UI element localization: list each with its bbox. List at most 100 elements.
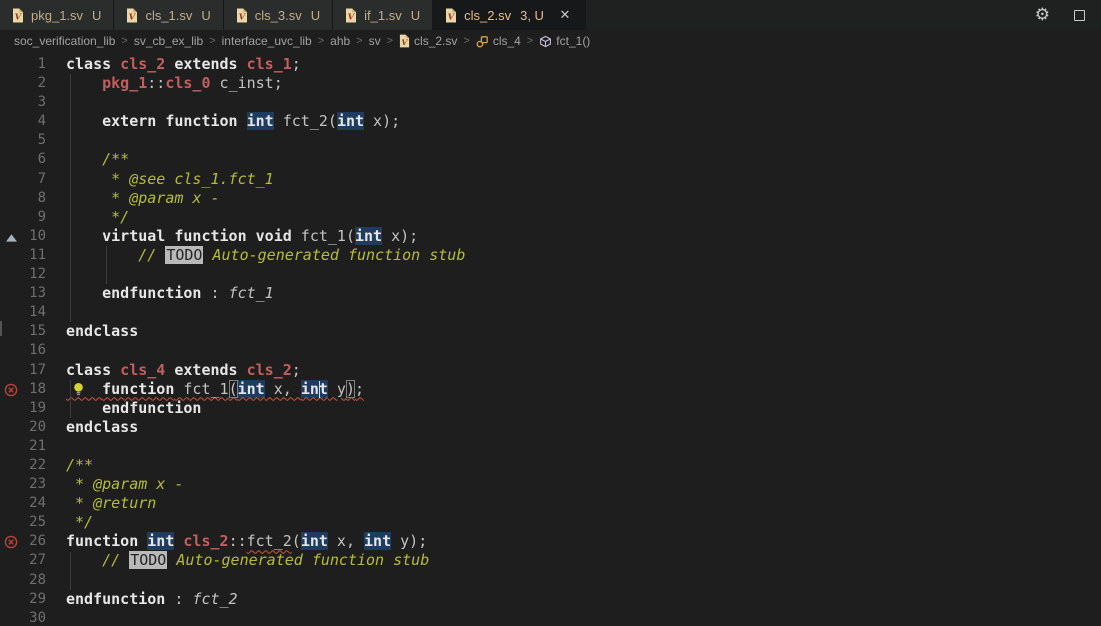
tab-cls_3.sv[interactable]: Vcls_3.svU [224, 0, 333, 30]
code-token: endfunction [66, 590, 165, 608]
breadcrumb: soc_verification_lib>sv_cb_ex_lib>interf… [0, 30, 1101, 52]
breadcrumb-item-sv[interactable]: sv [369, 34, 381, 48]
breadcrumb-item-cls_2sv[interactable]: Vcls_2.sv [399, 34, 457, 48]
line-number[interactable]: 4 [22, 112, 46, 131]
code-line[interactable]: 22/** [0, 456, 1101, 475]
breadcrumb-label: cls_2.sv [414, 34, 457, 48]
line-number[interactable]: 13 [22, 284, 46, 303]
tab-pkg_1.sv[interactable]: Vpkg_1.svU [0, 0, 114, 30]
line-number[interactable]: 11 [22, 246, 46, 265]
breadcrumb-item-ahb[interactable]: ahb [330, 34, 350, 48]
line-number[interactable]: 29 [22, 590, 46, 609]
line-number[interactable]: 23 [22, 475, 46, 494]
line-number[interactable]: 5 [22, 131, 46, 150]
code-token: int [301, 532, 328, 550]
line-number[interactable]: 8 [22, 189, 46, 208]
code-line[interactable]: 29endfunction : fct_2 [0, 590, 1101, 609]
settings-gear-icon[interactable]: ⚙ [1035, 7, 1050, 24]
code-line[interactable]: 8 * @param x - [0, 189, 1101, 208]
code-text: endclass [66, 418, 1101, 437]
line-number[interactable]: 12 [22, 265, 46, 284]
code-line[interactable]: 18 function fct_1(int x, int y); [0, 380, 1101, 399]
indent-guide [70, 74, 71, 322]
code-line[interactable]: 19 endfunction [0, 399, 1101, 418]
code-token [238, 361, 247, 379]
code-line[interactable]: 24 * @return [0, 494, 1101, 513]
code-line[interactable]: 3 [0, 93, 1101, 112]
line-number[interactable]: 18 [22, 380, 46, 399]
line-number[interactable]: 6 [22, 150, 46, 169]
code-line[interactable]: 14 [0, 303, 1101, 322]
line-number[interactable]: 2 [22, 74, 46, 93]
line-number[interactable]: 26 [22, 532, 46, 551]
code-line[interactable]: 17class cls_4 extends cls_2; [0, 361, 1101, 380]
line-number[interactable]: 19 [22, 399, 46, 418]
code-line[interactable]: 4 extern function int fct_2(int x); [0, 112, 1101, 131]
line-number[interactable]: 1 [22, 55, 46, 74]
code-line[interactable]: 30 [0, 609, 1101, 626]
gutter-icon-slot [0, 303, 22, 322]
line-number[interactable]: 22 [22, 456, 46, 475]
code-token: ( [292, 532, 301, 550]
code-token: virtual [102, 227, 165, 245]
code-line[interactable]: 12 [0, 265, 1101, 284]
code-line[interactable]: 21 [0, 437, 1101, 456]
line-number[interactable]: 15 [22, 322, 46, 341]
line-number[interactable]: 21 [22, 437, 46, 456]
tab-if_1.sv[interactable]: Vif_1.svU [333, 0, 433, 30]
breadcrumb-item-fct_1[interactable]: fct_1() [539, 34, 590, 48]
gutter-icon-slot [0, 189, 22, 208]
code-line[interactable]: 15endclass [0, 322, 1101, 341]
code-text [66, 341, 1101, 360]
line-number[interactable]: 9 [22, 208, 46, 227]
code-line[interactable]: 25 */ [0, 513, 1101, 532]
line-number[interactable]: 24 [22, 494, 46, 513]
code-token: * @param x - [66, 475, 183, 493]
code-token: endfunction [102, 399, 201, 417]
breadcrumb-item-soc_verification_lib[interactable]: soc_verification_lib [14, 34, 115, 48]
code-line[interactable]: 13 endfunction : fct_1 [0, 284, 1101, 303]
code-line[interactable]: 2 pkg_1::cls_0 c_inst; [0, 74, 1101, 93]
line-number[interactable]: 10 [22, 227, 46, 246]
code-token: TODO [165, 246, 203, 264]
line-number[interactable]: 20 [22, 418, 46, 437]
line-number[interactable]: 30 [22, 609, 46, 626]
code-token: int [301, 380, 328, 398]
line-number[interactable]: 14 [22, 303, 46, 322]
line-number[interactable]: 7 [22, 170, 46, 189]
code-token: cls_2 [183, 532, 228, 550]
code-line[interactable]: 6 /** [0, 150, 1101, 169]
code-line[interactable]: 26function int cls_2::fct_2(int x, int y… [0, 532, 1101, 551]
code-line[interactable]: 23 * @param x - [0, 475, 1101, 494]
code-line[interactable]: 5 [0, 131, 1101, 150]
code-line[interactable]: 7 * @see cls_1.fct_1 [0, 170, 1101, 189]
breadcrumb-item-sv_cb_ex_lib[interactable]: sv_cb_ex_lib [134, 34, 203, 48]
code-token: fct_1 [174, 380, 228, 398]
code-line[interactable]: 16 [0, 341, 1101, 360]
code-line[interactable]: 20 endclass [0, 418, 1101, 437]
tab-close-icon[interactable]: ✕ [557, 7, 573, 23]
tab-cls_1.sv[interactable]: Vcls_1.svU [114, 0, 223, 30]
code-line[interactable]: 11 // TODO Auto-generated function stub [0, 246, 1101, 265]
code-area[interactable]: 1class cls_2 extends cls_1;2 pkg_1::cls_… [0, 55, 1101, 626]
code-text: * @param x - [66, 475, 1101, 494]
tab-cls_2.sv[interactable]: Vcls_2.sv3, U✕ [433, 0, 586, 30]
code-line[interactable]: 9 */ [0, 208, 1101, 227]
line-number[interactable]: 28 [22, 571, 46, 590]
line-number[interactable]: 17 [22, 361, 46, 380]
breadcrumb-item-cls_4[interactable]: cls_4 [476, 34, 521, 48]
breadcrumb-item-interface_uvc_lib[interactable]: interface_uvc_lib [222, 34, 312, 48]
code-text: * @return [66, 494, 1101, 513]
code-line[interactable]: 10 virtual function void fct_1(int x); [0, 227, 1101, 246]
gutter-icon-slot [0, 551, 22, 570]
code-line[interactable]: 27 // TODO Auto-generated function stub [0, 551, 1101, 570]
line-number[interactable]: 25 [22, 513, 46, 532]
breadcrumb-label: cls_4 [493, 34, 521, 48]
code-line[interactable]: 28 [0, 571, 1101, 590]
line-number[interactable]: 3 [22, 93, 46, 112]
layout-square-icon[interactable] [1074, 10, 1085, 21]
line-number[interactable]: 16 [22, 341, 46, 360]
line-number[interactable]: 27 [22, 551, 46, 570]
gutter-error-icon [0, 380, 22, 399]
code-line[interactable]: 1class cls_2 extends cls_1; [0, 55, 1101, 74]
